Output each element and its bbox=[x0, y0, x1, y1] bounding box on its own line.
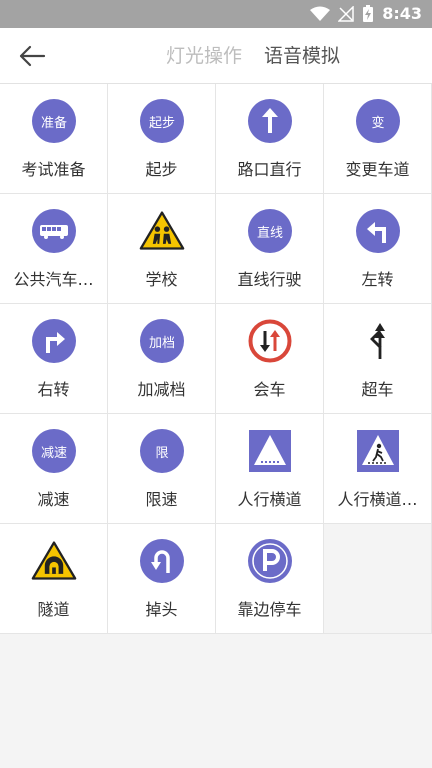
grid-item-label: 直线行驶 bbox=[237, 270, 302, 289]
wifi-icon bbox=[310, 6, 331, 21]
grid-item-turn-left[interactable]: 左转 bbox=[324, 194, 432, 304]
turn-left-icon bbox=[356, 209, 400, 253]
grid-item-crosswalk-person[interactable]: 人行横道… bbox=[324, 414, 432, 524]
tab-light-operation[interactable]: 灯光操作 bbox=[166, 42, 242, 70]
grid-item-crosswalk[interactable]: 人行横道 bbox=[216, 414, 324, 524]
grid-item-label: 公共汽车… bbox=[13, 270, 94, 289]
back-arrow-icon bbox=[19, 45, 46, 67]
change-lane-icon: 变 bbox=[356, 99, 400, 143]
battery-charging-icon bbox=[363, 5, 374, 22]
tunnel-warning-icon bbox=[31, 541, 77, 580]
grid-item-label: 会车 bbox=[253, 380, 286, 399]
grid-item-label: 加减档 bbox=[137, 380, 186, 399]
grid-item-label: 起步 bbox=[145, 160, 178, 179]
grid-item-school[interactable]: 学校 bbox=[108, 194, 216, 304]
tab-voice-simulation[interactable]: 语音模拟 bbox=[264, 42, 340, 70]
status-time: 8:43 bbox=[382, 4, 422, 23]
grid-item-label: 人行横道… bbox=[337, 490, 418, 509]
slow-down-icon: 减速 bbox=[32, 429, 76, 473]
exam-prep-icon: 准备 bbox=[32, 99, 76, 143]
grid-item-label: 学校 bbox=[145, 270, 178, 289]
grid-item-label: 考试准备 bbox=[21, 160, 86, 179]
grid-item-label: 靠边停车 bbox=[237, 600, 302, 619]
grid-item-shift-gear[interactable]: 加档 加减档 bbox=[108, 304, 216, 414]
grid-item-tunnel[interactable]: 隧道 bbox=[0, 524, 108, 634]
shift-gear-icon: 加档 bbox=[140, 319, 184, 363]
grid-item-label: 减速 bbox=[37, 490, 70, 509]
grid-item-meeting-car[interactable]: 会车 bbox=[216, 304, 324, 414]
grid-empty-cell bbox=[324, 524, 432, 634]
grid-item-label: 人行横道 bbox=[237, 490, 302, 509]
grid-item-label: 左转 bbox=[361, 270, 394, 289]
start-icon: 起步 bbox=[140, 99, 184, 143]
grid-item-bus[interactable]: 公共汽车… bbox=[0, 194, 108, 304]
status-icons: 8:43 bbox=[310, 4, 422, 24]
grid-item-speed-limit[interactable]: 限 限速 bbox=[108, 414, 216, 524]
turn-right-icon bbox=[32, 319, 76, 363]
parking-icon bbox=[248, 539, 292, 583]
grid-item-go-straight[interactable]: 路口直行 bbox=[216, 84, 324, 194]
grid-item-label: 变更车道 bbox=[345, 160, 410, 179]
grid-item-turn-right[interactable]: 右转 bbox=[0, 304, 108, 414]
meeting-car-icon bbox=[248, 319, 292, 363]
drive-straight-icon: 直线 bbox=[248, 209, 292, 253]
grid-item-u-turn[interactable]: 掉头 bbox=[108, 524, 216, 634]
grid-item-label: 限速 bbox=[145, 490, 178, 509]
bus-icon bbox=[32, 209, 76, 253]
crosswalk-person-icon bbox=[357, 430, 399, 472]
item-grid: 准备 考试准备 起步 起步 路口直行 变 变更车道 公共汽车… 学校 直线 直线… bbox=[0, 84, 432, 634]
grid-item-start[interactable]: 起步 起步 bbox=[108, 84, 216, 194]
speed-limit-icon: 限 bbox=[140, 429, 184, 473]
header: 灯光操作 语音模拟 bbox=[0, 28, 432, 84]
grid-item-slow-down[interactable]: 减速 减速 bbox=[0, 414, 108, 524]
grid-item-change-lane[interactable]: 变 变更车道 bbox=[324, 84, 432, 194]
grid-item-label: 路口直行 bbox=[237, 160, 302, 179]
grid-item-label: 隧道 bbox=[37, 600, 70, 619]
grid-item-pull-over[interactable]: 靠边停车 bbox=[216, 524, 324, 634]
grid-item-overtake[interactable]: 超车 bbox=[324, 304, 432, 414]
no-signal-icon bbox=[338, 6, 354, 22]
school-warning-icon bbox=[139, 211, 185, 250]
back-button[interactable] bbox=[18, 42, 58, 70]
status-bar: 8:43 bbox=[0, 0, 432, 28]
grid-item-label: 掉头 bbox=[145, 600, 178, 619]
crosswalk-icon bbox=[249, 430, 291, 472]
grid-item-label: 右转 bbox=[37, 380, 70, 399]
grid-item-drive-straight[interactable]: 直线 直线行驶 bbox=[216, 194, 324, 304]
tab-bar: 灯光操作 语音模拟 bbox=[166, 42, 340, 70]
u-turn-icon bbox=[140, 539, 184, 583]
straight-arrow-icon bbox=[248, 99, 292, 143]
grid-item-label: 超车 bbox=[361, 380, 394, 399]
grid-item-exam-prep[interactable]: 准备 考试准备 bbox=[0, 84, 108, 194]
overtake-icon bbox=[370, 323, 385, 359]
